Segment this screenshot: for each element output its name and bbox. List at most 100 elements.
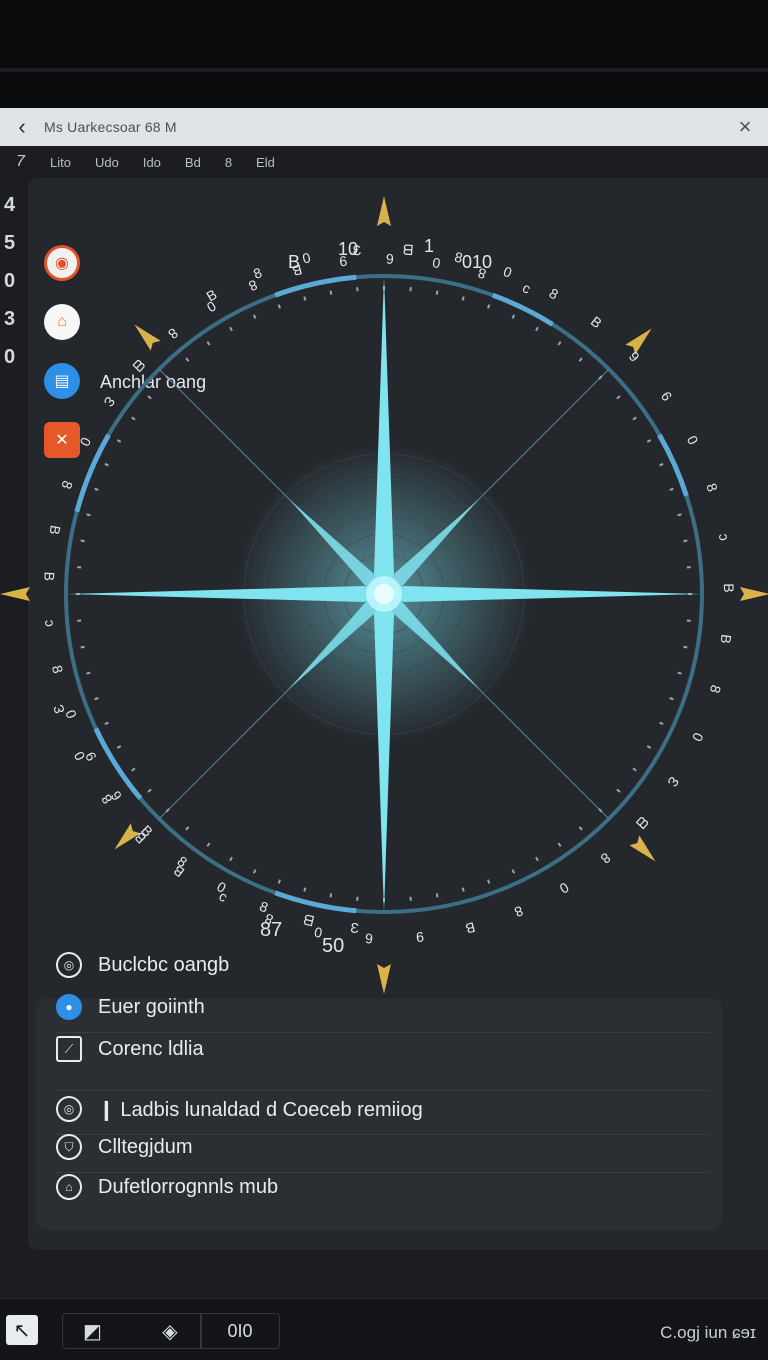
compass-scale-digit: 8 [512,903,526,921]
compass-arc-highlight [93,727,143,801]
compass-tick [616,395,621,400]
compass-tick [116,745,122,749]
status-text: C.ogj iun ɕɘɪ [660,1323,756,1342]
compass-tick [104,462,109,467]
home-outline-icon: ⌂ [56,1174,82,1200]
compass-tick [303,887,307,892]
compass-scale-digit: 0 [684,433,702,447]
compass-tick [131,767,136,772]
compass-tick [598,808,603,813]
blue-dot-icon: ● [56,994,82,1020]
compass-tick [578,357,583,362]
compass-graphic: B80 Ɛ ᗺ 808B9608ɔBB80Ɛᗺ808B9608ɔBB80ƐƐᗺ808B… [0,196,768,994]
cursor-button[interactable]: ↖ [6,1315,38,1345]
cube-button[interactable]: ◈ [140,1313,200,1349]
compass-tick [461,296,465,301]
list-item[interactable]: ● Euer goiinth [56,994,205,1020]
compass-scale-digit: B [718,633,735,644]
compass-tick [94,487,99,491]
compass-scale-digit: Ɛ [350,919,360,936]
compass-tick [646,745,652,749]
compass-tick [86,671,91,675]
list-item[interactable]: ⟋ Corenc ldlia [56,1036,204,1062]
compass-arc-highlight [274,274,357,298]
compass-tick [131,416,136,421]
compass-tick [206,341,211,346]
compass-scale-digit: Ɛ [101,394,119,410]
counter-button[interactable]: 0I0 [200,1313,280,1349]
star-point-north [374,276,394,594]
gold-marker [377,964,391,994]
divider [56,1032,710,1033]
compass-tick [80,645,85,649]
compass-tick [535,326,539,332]
compass-top-label: 010 [462,252,492,272]
list-item[interactable]: ⌂ Dufetlorrognnls mub [56,1174,278,1200]
list-item-label: Corenc ldlia [98,1037,204,1060]
compass-scale-digit: 8 [597,850,613,867]
compass-tick [632,767,637,772]
compass-scale-digit: B [721,583,737,593]
compass-tick [206,842,211,847]
compass-tick [659,721,664,726]
compass-tick [557,842,562,847]
compass-scale-digit: ᗺ [633,814,652,832]
compass-tick [535,856,539,862]
list-item[interactable]: ◎ Buclcbc oangb [56,952,229,978]
circle-outline-icon: ◎ [56,952,82,978]
compass-scale-digit: ᗺ [402,242,413,259]
compass-scale-digit: 8 [165,325,181,342]
shield-outline-icon: ⛉ [56,1134,82,1160]
list-item[interactable]: ◎ ❙ Ladbis lunaldad d Coeceb remiiog [56,1096,423,1122]
compass-tick [229,856,233,862]
compass-tick [511,314,516,319]
compass-arc-highlight [491,292,554,327]
compass-tick [435,893,439,898]
gold-marker [377,196,391,226]
compass-arc-highlight [657,433,689,497]
list-item-label: Clltegjdum [98,1135,193,1158]
compass-scale-digit: 0 [301,249,312,266]
compass-tick [511,869,516,874]
compass-scale-digit: 0 [431,255,441,272]
compass-tick [277,879,281,884]
list-item-label: Dufetlorrognnls mub [98,1175,279,1198]
compass-tick [632,416,637,421]
divider [56,1172,710,1173]
compass-top-label: 1 [424,236,434,256]
compass-tick [461,887,465,892]
compass-scale-digit: 6 [658,388,676,404]
compass-scale-digit: B [46,524,63,536]
list-item[interactable]: ⛉ Clltegjdum [56,1134,192,1160]
compass-tick [104,721,109,726]
gold-marker [0,587,30,601]
circle-outline-icon: ◎ [56,1096,82,1122]
compass-tick [329,893,333,898]
compass-scale-digit: 8 [547,285,562,303]
compass-bottom-label: 87 [260,919,282,941]
compass-scale-digit: B [588,313,605,331]
compass-scale-digit: B [41,571,57,581]
compass-tick [252,314,257,319]
star-point-east [384,586,702,602]
compass-tick [185,826,190,831]
compass-tick [329,290,333,295]
compass-scale-digit: 0 [557,879,572,897]
compass-arc-highlight [274,890,357,914]
compass-tick [677,513,682,517]
compass-tick [578,826,583,831]
compass-tick [487,879,491,884]
gold-marker [625,328,652,355]
compass-scale-digit: ᗺ [130,356,149,374]
compass-scale-digit: 0 [77,435,95,449]
compass-scale-digit: 8 [707,683,725,695]
compass-tick [435,290,439,295]
gold-marker [134,324,161,351]
compass-scale-digit: 9 [415,929,425,946]
compass-tick [303,296,307,301]
compass-tick [669,697,674,701]
compass-tick [487,304,491,309]
compass-tick [669,487,674,491]
compass-scale-digit: 8 [49,664,66,675]
compass-scale-digit: ɔ [519,282,532,299]
